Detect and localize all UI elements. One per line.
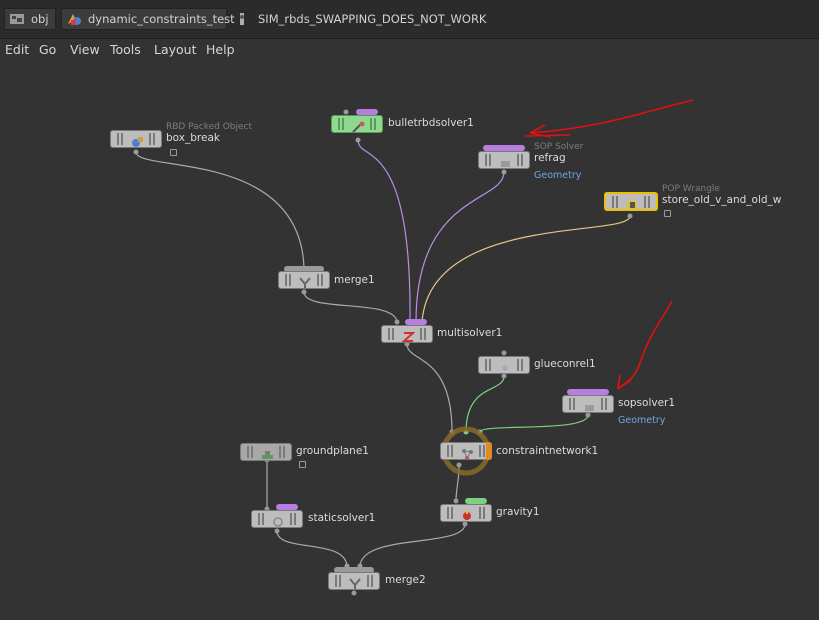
node-name-label: constraintnetwork1 — [496, 445, 599, 457]
menu-layout[interactable]: Layout — [154, 42, 197, 57]
path-bar: obj dynamic_constraints_test SIM_rbds_SW… — [0, 0, 819, 39]
node-name-label: sopsolver1 — [618, 397, 676, 409]
static-solver-icon — [272, 513, 285, 527]
node-body[interactable] — [604, 192, 658, 211]
node-type-label: POP Wrangle — [662, 184, 720, 194]
node-data-label: Geometry — [618, 415, 666, 426]
node-type-label: RBD Packed Object — [166, 122, 253, 132]
sop-solver-icon — [583, 398, 596, 411]
node-data-label: Geometry — [534, 170, 582, 181]
wire-glue-constraint — [465, 375, 505, 433]
node-body[interactable] — [440, 504, 492, 522]
node-body[interactable] — [478, 151, 530, 169]
node-name-label: box_break — [166, 132, 220, 144]
node-name-label: multisolver1 — [437, 327, 503, 339]
node-body[interactable] — [478, 356, 530, 374]
wire-sopsolver-constraint — [479, 414, 589, 433]
path-crumb-obj[interactable]: obj — [4, 8, 56, 30]
path-crumb-label: dynamic_constraints_test — [88, 12, 235, 26]
display-flag[interactable] — [486, 442, 492, 460]
pop-wrangle-icon — [626, 196, 639, 210]
menu-help[interactable]: Help — [206, 42, 235, 57]
node-name-label: gravity1 — [496, 506, 540, 518]
arrow-refrag — [524, 99, 694, 138]
node-body[interactable] — [240, 443, 292, 461]
menu-tools[interactable]: Tools — [110, 42, 141, 57]
wire-box-break-merge1 — [135, 151, 305, 269]
constraint-network-icon — [461, 445, 474, 460]
node-body[interactable] — [110, 130, 162, 148]
rbd-packed-icon — [131, 133, 144, 147]
glue-constraint-icon — [499, 359, 512, 371]
node-name-label: merge1 — [334, 274, 375, 286]
bullet-solver-icon — [352, 118, 365, 133]
lock-icon[interactable] — [170, 149, 177, 156]
menu-bar: Edit Go View Tools Layout Help — [0, 39, 819, 63]
node-body[interactable] — [251, 510, 303, 528]
node-name-label: bulletrbdsolver1 — [388, 117, 474, 129]
node-name-label: glueconrel1 — [534, 358, 596, 370]
gravity-icon — [461, 507, 474, 520]
arrow-sopsolver — [617, 300, 673, 390]
menu-go[interactable]: Go — [39, 42, 56, 57]
path-current[interactable]: SIM_rbds_SWAPPING_DOES_NOT_WORK — [234, 8, 486, 30]
node-name-label: refrag — [534, 152, 566, 164]
network-editor[interactable]: RBD Packed Object box_break bulletrbdsol… — [0, 63, 819, 620]
path-crumb-label: obj — [31, 12, 49, 26]
menu-view[interactable]: View — [70, 42, 100, 57]
path-current-label: SIM_rbds_SWAPPING_DOES_NOT_WORK — [258, 12, 487, 26]
sop-solver-icon — [499, 154, 512, 167]
node-body[interactable] — [440, 442, 492, 460]
merge-icon — [299, 274, 312, 288]
dop-network-icon — [66, 12, 82, 26]
wire-multisolver1-constraint — [406, 343, 453, 433]
node-name-label: merge2 — [385, 574, 426, 586]
node-body[interactable] — [381, 325, 433, 343]
multisolver-icon — [401, 328, 416, 342]
wire-merge1-multisolver1 — [303, 291, 398, 323]
wire-store-multisolver1 — [421, 215, 631, 323]
node-body[interactable] — [331, 115, 383, 133]
node-body[interactable] — [278, 271, 330, 289]
node-name-label: groundplane1 — [296, 445, 369, 457]
path-crumb-network[interactable]: dynamic_constraints_test — [61, 8, 235, 30]
obj-icon — [9, 12, 25, 26]
merge-icon — [349, 575, 362, 589]
menu-edit[interactable]: Edit — [5, 42, 29, 57]
dop-icon — [234, 12, 250, 26]
node-body[interactable] — [562, 395, 614, 413]
wire-gravity-merge2 — [359, 523, 466, 567]
wire-bullet-multisolver1 — [357, 139, 411, 323]
node-name-label: store_old_v_and_old_w — [662, 194, 782, 206]
node-name-label: staticsolver1 — [308, 512, 376, 524]
groundplane-icon — [261, 446, 274, 459]
wire-static-merge2 — [276, 530, 348, 567]
node-type-label: SOP Solver — [534, 142, 584, 152]
lock-icon[interactable] — [299, 461, 306, 468]
lock-icon[interactable] — [664, 210, 671, 217]
node-body[interactable] — [328, 572, 380, 590]
